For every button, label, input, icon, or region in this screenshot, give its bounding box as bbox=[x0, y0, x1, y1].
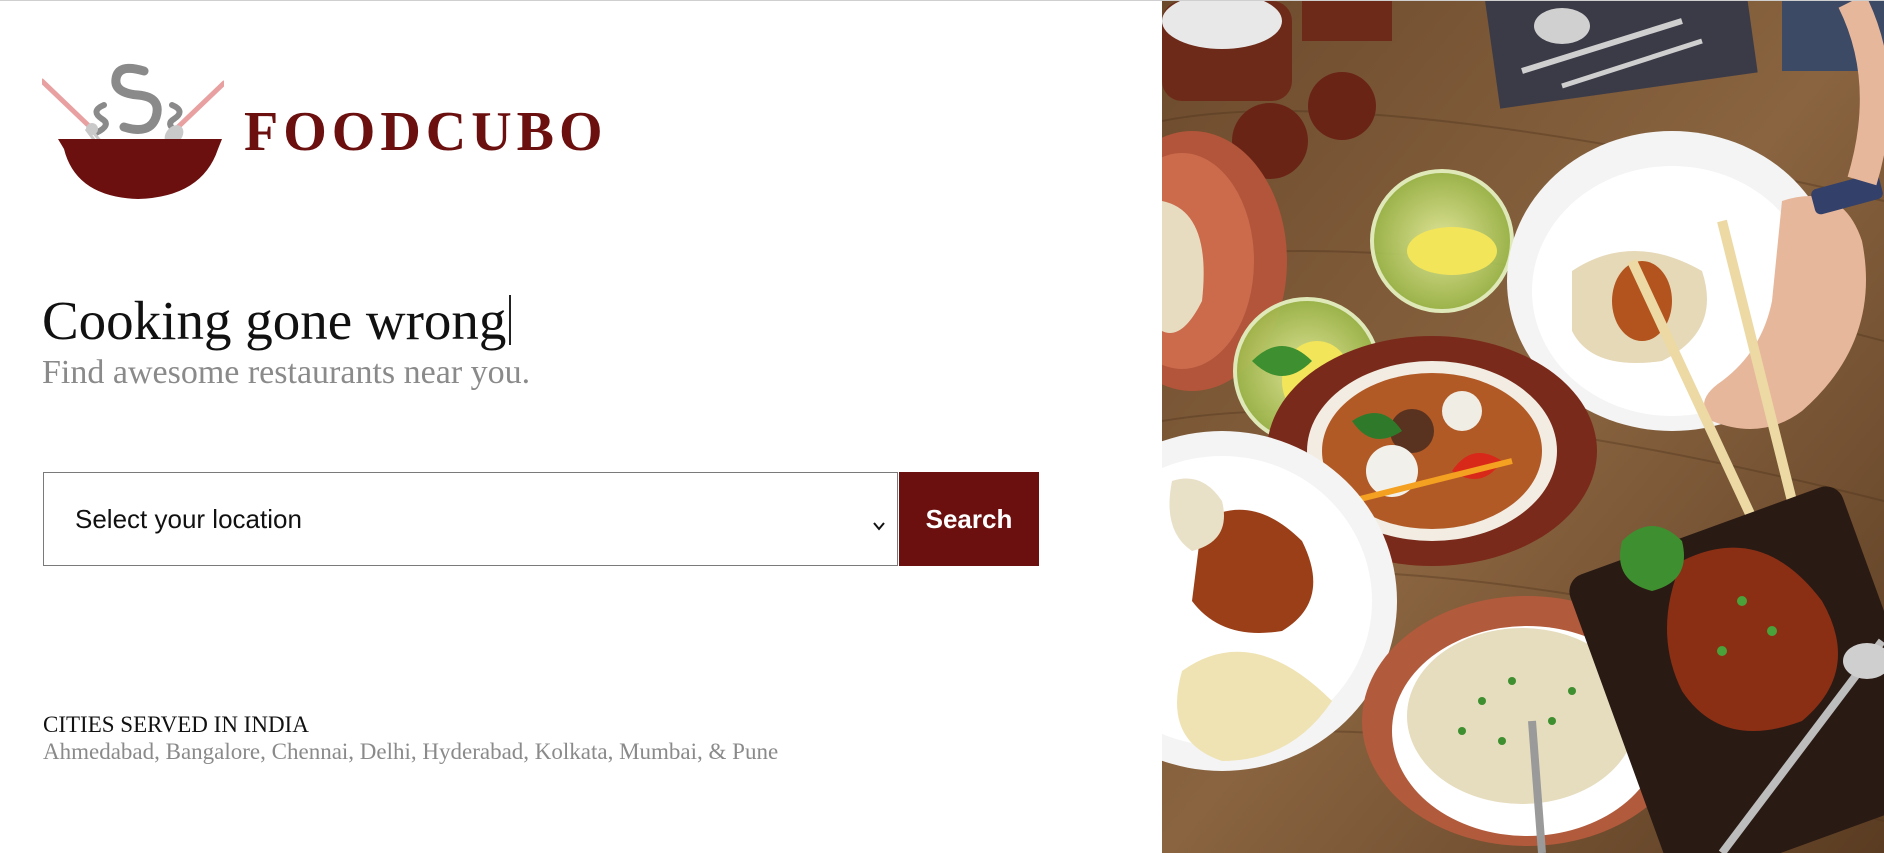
cities-heading: CITIES SERVED IN INDIA bbox=[43, 712, 309, 737]
landing-page: FOODCUBO Cooking gone wrong Find awesome… bbox=[0, 0, 1884, 853]
food-table-photo bbox=[1162, 1, 1884, 853]
brand-name: FOODCUBO bbox=[244, 101, 608, 163]
left-pane: FOODCUBO Cooking gone wrong Find awesome… bbox=[0, 1, 1162, 853]
location-select-value: Select your location bbox=[75, 503, 302, 534]
location-select[interactable]: Select your location bbox=[43, 472, 898, 566]
chevron-down-icon bbox=[871, 510, 887, 531]
hero-headline-text: Cooking gone wrong bbox=[42, 290, 507, 351]
search-bar: Select your location Search bbox=[43, 472, 1039, 566]
search-button[interactable]: Search bbox=[899, 472, 1039, 566]
hero-subheadline: Find awesome restaurants near you. bbox=[42, 354, 531, 391]
cities-list: Ahmedabad, Bangalore, Chennai, Delhi, Hy… bbox=[43, 739, 779, 764]
cooking-pot-logo-icon bbox=[39, 57, 227, 199]
typing-cursor bbox=[509, 295, 512, 345]
hero-headline: Cooking gone wrong bbox=[42, 288, 512, 354]
